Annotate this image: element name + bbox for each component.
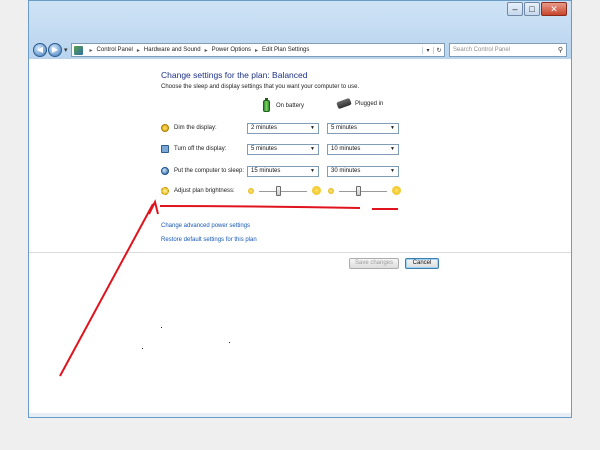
slider-thumb[interactable] [276,186,282,196]
main-content: Change settings for the plan: Balanced C… [29,59,571,417]
chevron-down-icon: ▼ [310,146,315,152]
column-label-battery: On battery [276,103,305,109]
window-controls: – □ ✕ [506,2,567,17]
setting-label: Put the computer to sleep: [174,168,245,174]
chevron-down-icon: ▼ [310,168,315,174]
control-panel-window: – □ ✕ ◀ ▶ ▾ ▸ Control Panel ▸ Hardware a… [28,0,572,418]
brightness-icon [161,187,169,195]
address-bar[interactable]: ▸ Control Panel ▸ Hardware and Sound ▸ P… [70,43,445,57]
restore-defaults-link[interactable]: Restore default settings for this plan [161,237,257,243]
stray-pixel [229,342,230,343]
window-bottom-edge [29,413,571,417]
chevron-down-icon: ▼ [390,125,395,131]
turn-off-display-battery-select[interactable]: 5 minutes ▼ [247,144,319,155]
chevron-down-icon: ▼ [390,146,395,152]
refresh-icon[interactable]: ↻ [433,46,444,54]
monitor-icon [161,145,169,153]
column-label-plugged: Plugged in [355,100,384,107]
slider-thumb[interactable] [356,186,362,196]
breadcrumb-separator-icon[interactable]: ▸ [137,47,140,54]
footer-divider [29,252,571,253]
brightness-plugged-slider[interactable] [328,186,402,198]
setting-row-brightness: Adjust plan brightness: [161,185,235,197]
select-value: 15 minutes [251,168,281,174]
sleep-plugged-select[interactable]: 30 minutes ▼ [327,166,399,177]
search-input[interactable]: Search Control Panel ⚲ [449,43,567,57]
dim-display-icon [161,124,169,132]
title-bar: – □ ✕ ◀ ▶ ▾ ▸ Control Panel ▸ Hardware a… [29,1,571,59]
dim-display-plugged-select[interactable]: 5 minutes ▼ [327,123,399,134]
breadcrumb-power-options[interactable]: Power Options [212,47,251,53]
save-changes-button[interactable]: Save changes [349,258,399,269]
page-title: Change settings for the plan: Balanced [161,70,308,80]
address-dropdown-icon[interactable]: ▾ [422,46,433,54]
search-icon[interactable]: ⚲ [558,46,563,54]
breadcrumb-separator-icon[interactable]: ▸ [255,47,258,54]
slider-track[interactable] [259,191,307,192]
select-value: 2 minutes [251,125,278,131]
dim-sun-icon [328,188,334,194]
back-arrow-icon[interactable]: ◀ [33,43,47,57]
select-value: 5 minutes [331,125,358,131]
recent-pages-dropdown-icon[interactable]: ▾ [64,46,68,54]
advanced-power-settings-link[interactable]: Change advanced power settings [161,223,250,229]
setting-row-dim-display: Dim the display: [161,122,217,134]
column-header-plugged: Plugged in [336,97,384,110]
select-value: 30 minutes [331,168,361,174]
sleep-moon-icon [161,167,169,175]
sleep-battery-select[interactable]: 15 minutes ▼ [247,166,319,177]
breadcrumb-separator-icon[interactable]: ▸ [90,47,93,54]
close-button[interactable]: ✕ [541,2,567,16]
breadcrumb-hardware-and-sound[interactable]: Hardware and Sound [144,47,201,53]
setting-row-sleep: Put the computer to sleep: [161,165,244,177]
breadcrumb-edit-plan-settings[interactable]: Edit Plan Settings [262,47,309,53]
bright-sun-icon [392,186,401,195]
control-panel-icon [73,45,83,55]
turn-off-display-plugged-select[interactable]: 10 minutes ▼ [327,144,399,155]
address-bar-actions: ▾ ↻ [422,46,444,54]
bright-sun-icon [312,186,321,195]
brightness-battery-slider[interactable] [248,186,322,198]
cancel-button[interactable]: Cancel [405,258,439,269]
select-value: 5 minutes [251,146,278,152]
breadcrumb-control-panel[interactable]: Control Panel [97,47,133,53]
breadcrumb-separator-icon[interactable]: ▸ [205,47,208,54]
dim-display-battery-select[interactable]: 2 minutes ▼ [247,123,319,134]
stray-pixel [142,348,143,349]
slider-track[interactable] [339,191,387,192]
setting-label: Dim the display: [174,125,217,131]
setting-row-turn-off-display: Turn off the display: [161,143,226,155]
chevron-down-icon: ▼ [310,125,315,131]
forward-arrow-icon[interactable]: ▶ [48,43,62,57]
column-header-battery: On battery [263,98,305,112]
dim-sun-icon [248,188,254,194]
power-plug-icon [336,97,352,110]
maximize-button[interactable]: □ [524,2,540,16]
stray-pixel [161,327,162,328]
minimize-button[interactable]: – [507,2,523,16]
page-subtitle: Choose the sleep and display settings th… [161,84,360,90]
select-value: 10 minutes [331,146,361,152]
setting-label: Adjust plan brightness: [174,188,235,194]
battery-icon [263,98,270,112]
search-placeholder: Search Control Panel [453,47,511,53]
chevron-down-icon: ▼ [390,168,395,174]
navigation-bar: ◀ ▶ ▾ ▸ Control Panel ▸ Hardware and Sou… [33,42,567,58]
setting-label: Turn off the display: [174,146,227,152]
